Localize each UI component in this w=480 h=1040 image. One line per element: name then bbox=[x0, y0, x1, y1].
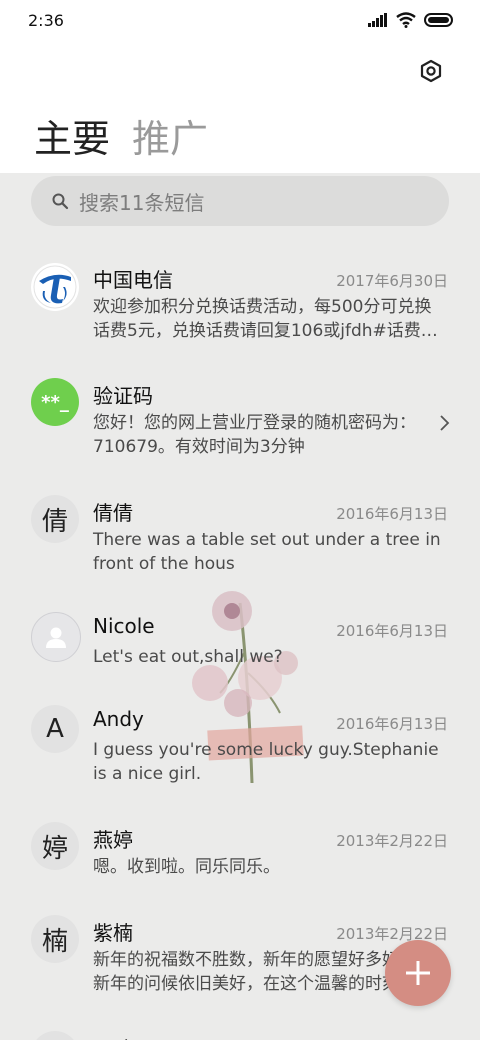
conversation-item[interactable]: 婷 燕婷 2013年2月22日 嗯。收到啦。同乐同乐。 bbox=[0, 820, 480, 900]
conversation-item[interactable]: Nicole 2016年6月13日 Let's eat out,shall we… bbox=[0, 610, 480, 690]
telecom-logo-avatar bbox=[31, 263, 79, 311]
conversation-name: 验证码 bbox=[93, 384, 153, 408]
conversation-preview: I guess you're some lucky guy.Stephanie … bbox=[93, 740, 439, 784]
conversation-date: 2016年6月13日 bbox=[336, 715, 448, 733]
conversation-name: 子玲 bbox=[93, 1033, 133, 1040]
conversation-preview: Let's eat out,shall we? bbox=[93, 647, 283, 667]
contact-avatar: A bbox=[31, 705, 79, 753]
conversation-date: 2016年6月13日 bbox=[336, 505, 448, 523]
conversation-preview: 嗯。收到啦。同乐同乐。 bbox=[93, 857, 280, 877]
china-telecom-logo-icon bbox=[33, 265, 77, 309]
conversation-preview: 欢迎参加积分兑换话费活动，每500分可兑换话费5元，兑换话费请回复106或jfd… bbox=[93, 297, 438, 341]
search-bar[interactable]: 搜索11条短信 bbox=[31, 176, 449, 226]
verification-code-avatar: **_ bbox=[31, 378, 79, 426]
conversation-name: Nicole bbox=[93, 614, 155, 638]
search-placeholder: 搜索11条短信 bbox=[79, 190, 205, 215]
battery-icon bbox=[424, 13, 453, 27]
contact-avatar: 婷 bbox=[31, 822, 79, 870]
signal-icon bbox=[368, 13, 387, 27]
conversation-name: 燕婷 bbox=[93, 828, 133, 852]
contact-avatar bbox=[31, 1031, 79, 1040]
tab-bar: 主要 推广 bbox=[34, 108, 208, 163]
conversation-item[interactable]: 倩 倩倩 2016年6月13日 There was a table set ou… bbox=[0, 493, 480, 598]
conversation-name: 中国电信 bbox=[93, 268, 173, 292]
contact-avatar: 楠 bbox=[31, 915, 79, 963]
header: 2:36 主要 推广 bbox=[0, 0, 480, 173]
status-time: 2:36 bbox=[28, 11, 64, 30]
conversation-preview: There was a table set out under a tree i… bbox=[93, 530, 441, 574]
person-icon bbox=[46, 627, 66, 648]
conversation-item[interactable]: 中国电信 2017年6月30日 欢迎参加积分兑换话费活动，每500分可兑换话费5… bbox=[0, 260, 480, 365]
contact-avatar: 倩 bbox=[31, 495, 79, 543]
chevron-right-icon[interactable] bbox=[438, 414, 450, 432]
conversation-item[interactable]: **_ 验证码 您好！您的网上营业厅登录的随机密码为：710679。有效时间为3… bbox=[0, 376, 480, 481]
contact-avatar bbox=[31, 612, 81, 662]
conversation-preview: 您好！您的网上营业厅登录的随机密码为：710679。有效时间为3分钟 bbox=[93, 413, 416, 457]
conversation-name: Andy bbox=[93, 707, 144, 731]
status-bar: 2:36 bbox=[0, 0, 480, 42]
settings-button[interactable] bbox=[414, 54, 448, 88]
conversation-date: 2017年6月30日 bbox=[336, 272, 448, 290]
conversation-date: 2013年2月22日 bbox=[336, 832, 448, 850]
gear-icon bbox=[420, 59, 442, 83]
conversation-item[interactable]: A Andy 2016年6月13日 I guess you're some lu… bbox=[0, 703, 480, 808]
conversation-name: 倩倩 bbox=[93, 501, 133, 525]
plus-icon bbox=[406, 961, 430, 985]
conversation-list[interactable]: 搜索11条短信 中国电信 2017年6月30日 欢迎参加积分兑换话费活动，每50… bbox=[0, 173, 480, 1040]
wifi-icon bbox=[396, 12, 416, 28]
tab-primary[interactable]: 主要 bbox=[34, 108, 110, 163]
conversation-item[interactable]: 子玲 bbox=[0, 1029, 480, 1040]
status-icons bbox=[368, 12, 454, 28]
conversation-date: 2013年2月22日 bbox=[336, 925, 448, 943]
new-message-button[interactable] bbox=[385, 940, 451, 1006]
conversation-date: 2016年6月13日 bbox=[336, 622, 448, 640]
conversation-name: 紫楠 bbox=[93, 921, 133, 945]
search-icon bbox=[52, 193, 69, 210]
tab-promotion[interactable]: 推广 bbox=[132, 108, 208, 163]
